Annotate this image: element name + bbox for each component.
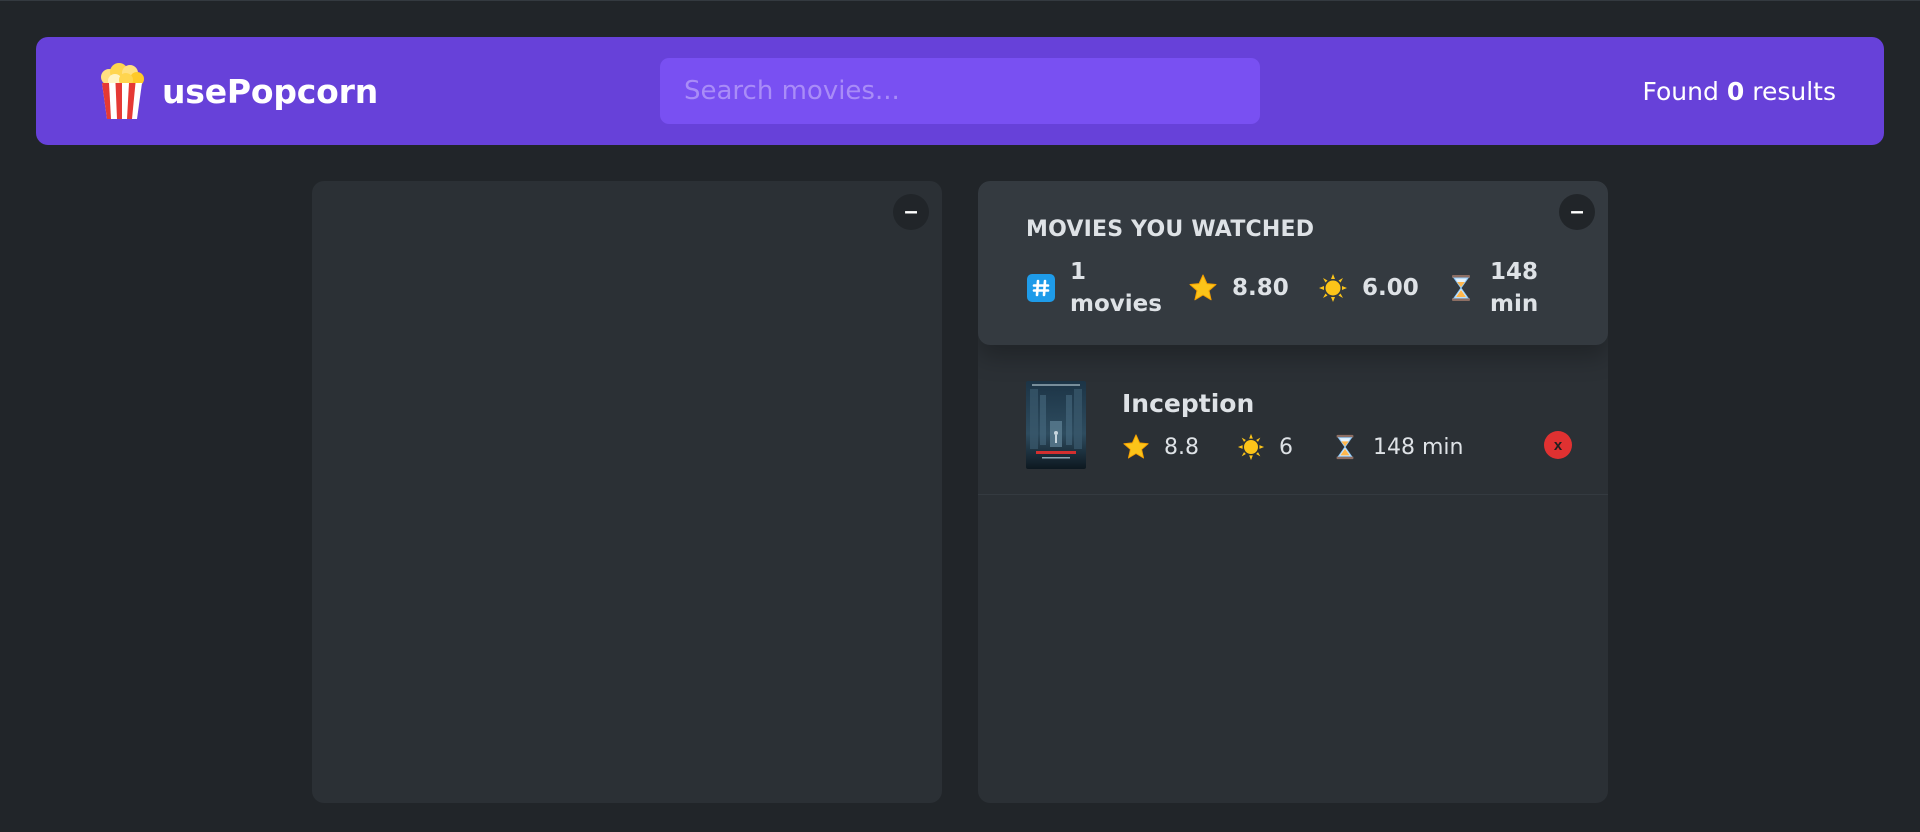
delete-movie-button[interactable]: x: [1544, 431, 1572, 459]
hourglass-icon: [1336, 434, 1354, 460]
movie-stats: 8.8 6 148 min: [1122, 427, 1501, 467]
movie-title: Inception: [1122, 389, 1255, 418]
star-icon: [1123, 434, 1149, 459]
search-results-box: –: [312, 181, 942, 803]
results-count: Found 0 results: [1642, 37, 1836, 145]
navbar: usePopcorn Found 0 results: [36, 37, 1884, 145]
popcorn-icon: [101, 63, 144, 119]
list-item: Inception 8.8 6 148 min x: [978, 345, 1608, 495]
hourglass-icon: [1452, 275, 1470, 301]
movie-imdb-value: 8.8: [1164, 434, 1199, 460]
summary-runtime-value: 148 min: [1490, 259, 1539, 317]
summary-user-value: 6.00: [1362, 275, 1419, 301]
watched-summary: Movies you watched 1 movies: [978, 181, 1608, 345]
summary-imdb-value: 8.80: [1232, 275, 1289, 301]
star-icon: [1189, 274, 1217, 301]
movie-imdb-rating: 8.8: [1122, 433, 1199, 461]
results-prefix: Found: [1642, 76, 1719, 106]
results-suffix: results: [1752, 76, 1836, 106]
logo: usePopcorn: [96, 37, 378, 145]
summary-count: 1 movies: [1026, 256, 1162, 320]
movie-user-value: 6: [1279, 434, 1293, 460]
summary-title: Movies you watched: [1026, 217, 1315, 242]
poster-image: [1026, 381, 1086, 469]
movie-poster: [1026, 381, 1086, 469]
summary-user: 6.00: [1318, 256, 1419, 320]
movie-user-rating: 6: [1237, 433, 1293, 461]
results-number: 0: [1726, 76, 1745, 106]
sun-icon: [1237, 433, 1265, 461]
watched-list: Inception 8.8 6 148 min x: [978, 345, 1608, 495]
sun-icon: [1319, 274, 1347, 302]
search-input[interactable]: [660, 58, 1260, 124]
summary-imdb: 8.80: [1188, 256, 1289, 320]
watched-box: – Movies you watched 1 movies: [978, 181, 1608, 803]
toggle-results-button[interactable]: –: [893, 194, 929, 230]
summary-stats: 1 movies 8.80 6.00 148 min: [1026, 256, 1560, 320]
toggle-watched-button[interactable]: –: [1559, 194, 1595, 230]
movie-runtime: 148 min: [1331, 433, 1463, 461]
summary-runtime: 148 min: [1446, 256, 1550, 320]
summary-count-text: 1 movies: [1070, 259, 1162, 317]
movie-runtime-value: 148 min: [1373, 434, 1464, 460]
hash-icon: [1027, 274, 1055, 302]
app-title: usePopcorn: [162, 71, 378, 111]
